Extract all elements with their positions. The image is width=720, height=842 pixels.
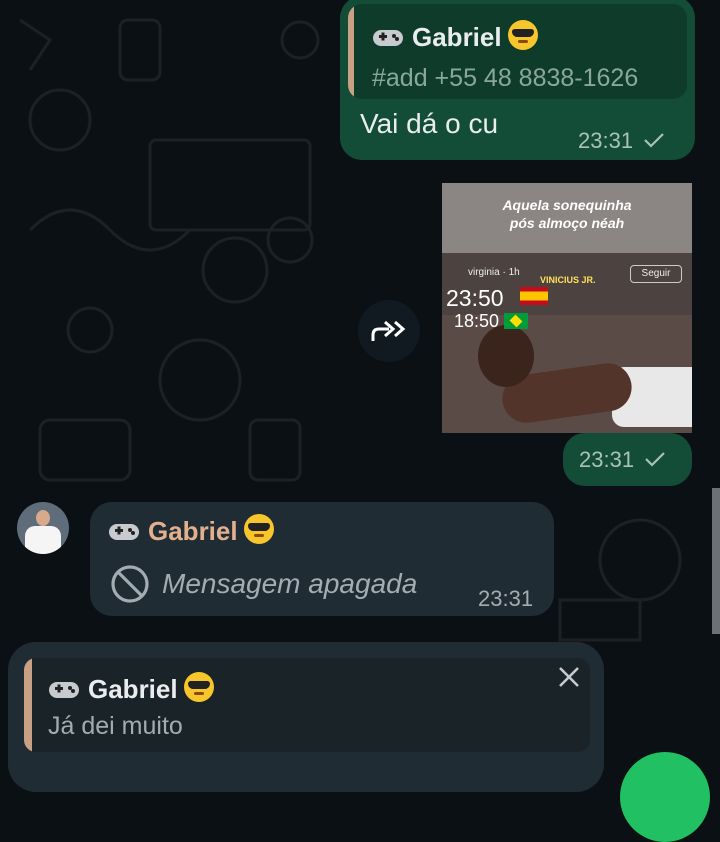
incoming-message-bubble[interactable]: Gabriel Mensagem apagada 23:31 xyxy=(90,502,554,616)
reply-composer[interactable]: Gabriel Já dei muito xyxy=(8,642,604,792)
check-icon xyxy=(645,452,665,467)
quote-accent-bar xyxy=(24,658,32,752)
deleted-message-text: Mensagem apagada xyxy=(162,568,418,599)
close-icon[interactable] xyxy=(556,664,582,690)
reply-preview[interactable]: Gabriel Já dei muito xyxy=(24,658,590,752)
quoted-message[interactable]: Gabriel #add +55 48 8838-1626 xyxy=(348,4,687,99)
message-time: 23:31 xyxy=(579,447,635,472)
gamepad-icon xyxy=(49,682,79,698)
image-person-head xyxy=(478,325,534,387)
brazil-flag-icon xyxy=(504,313,528,329)
gamepad-icon xyxy=(373,30,403,46)
scrollbar[interactable] xyxy=(712,488,720,634)
message-text: Vai dá o cu xyxy=(360,108,499,139)
image-time-2: 18:50 xyxy=(454,311,500,331)
avatar-face xyxy=(36,510,50,526)
message-author: Gabriel xyxy=(108,514,274,547)
avatar-shirt xyxy=(25,526,61,554)
blocked-icon xyxy=(111,565,149,603)
quote-accent-bar xyxy=(348,4,354,99)
sunglasses-emoji-icon xyxy=(507,20,538,50)
message-time: 23:31 xyxy=(578,128,634,153)
image-username: virginia · 1h xyxy=(468,267,520,278)
image-caption-line1: Aquela sonequinha xyxy=(502,197,632,213)
image-follow-label: Seguir xyxy=(630,265,682,283)
quote-author: Gabriel xyxy=(372,20,538,53)
sunglasses-emoji-icon xyxy=(243,514,274,544)
image-meta-bubble: 23:31 xyxy=(563,433,692,486)
message-time: 23:31 xyxy=(478,586,534,611)
quote-text: #add +55 48 8838-1626 xyxy=(372,64,639,92)
avatar[interactable] xyxy=(17,502,69,554)
image-message[interactable]: Aquela sonequinha pós almoço néah virgin… xyxy=(442,183,692,433)
image-overlay-name: VINICIUS JR. xyxy=(540,275,596,285)
send-button[interactable] xyxy=(620,752,710,842)
reply-author: Gabriel xyxy=(48,672,214,705)
image-time-1: 23:50 xyxy=(446,285,504,311)
forward-button[interactable] xyxy=(358,300,420,362)
reply-text: Já dei muito xyxy=(48,712,183,740)
image-caption-line2: pós almoço néah xyxy=(509,215,625,231)
deleted-message: Mensagem apagada xyxy=(110,564,417,604)
message-meta: 23:31 xyxy=(579,447,666,473)
outgoing-message-bubble[interactable]: Gabriel #add +55 48 8838-1626 Vai dá o c… xyxy=(340,0,695,160)
check-icon xyxy=(644,133,664,148)
spain-flag-icon xyxy=(520,287,548,305)
message-meta: 23:31 xyxy=(578,128,665,154)
sunglasses-emoji-icon xyxy=(183,672,214,702)
gamepad-icon xyxy=(109,524,139,540)
forward-icon xyxy=(371,320,406,341)
